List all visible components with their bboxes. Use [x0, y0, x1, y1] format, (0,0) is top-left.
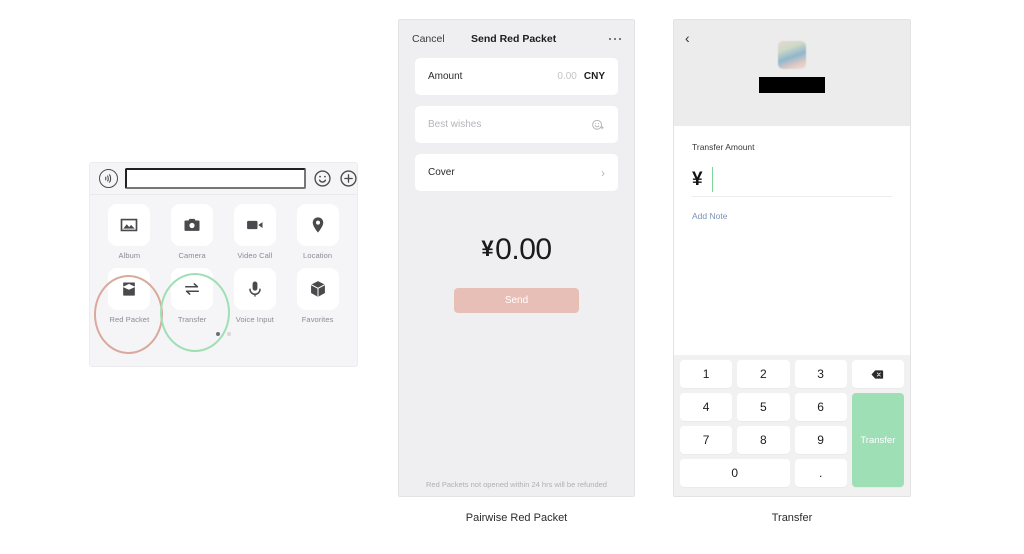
backspace-glyph: [871, 369, 884, 379]
red-packet-header: Cancel Send Red Packet: [399, 20, 634, 58]
video-camera-icon: [246, 220, 263, 230]
action-transfer[interactable]: Transfer: [161, 268, 224, 324]
action-grid-row-1: Album Camera Video Call Location: [98, 204, 349, 260]
transfer-amount-label: Transfer Amount: [692, 142, 755, 152]
currency-label: CNY: [583, 71, 605, 82]
voice-input-tile[interactable]: [233, 268, 276, 310]
page-title: Send Red Packet: [471, 33, 557, 45]
numeric-keypad: 1 2 3 4 5 6 Transfer 7 8 9 0 .: [674, 355, 910, 496]
key-4[interactable]: 4: [680, 393, 733, 421]
transfer-header: ‹: [674, 20, 910, 126]
key-6[interactable]: 6: [794, 393, 847, 421]
action-album[interactable]: Album: [98, 204, 161, 260]
action-voice-input[interactable]: Voice Input: [224, 268, 287, 324]
add-note-link[interactable]: Add Note: [692, 211, 892, 221]
chevron-right-icon[interactable]: ›: [601, 166, 605, 180]
cancel-button[interactable]: Cancel: [412, 33, 445, 45]
image-icon: [121, 218, 138, 232]
camera-icon: [184, 218, 200, 231]
key-7[interactable]: 7: [680, 426, 733, 454]
yen-symbol: ¥: [481, 236, 494, 261]
key-2[interactable]: 2: [737, 360, 790, 388]
video-call-tile[interactable]: [233, 204, 276, 246]
location-tile[interactable]: [296, 204, 339, 246]
action-label: Camera: [178, 251, 206, 260]
backspace-icon[interactable]: [851, 360, 904, 388]
page-dot[interactable]: [227, 332, 231, 336]
transfer-arrows-icon: [185, 283, 200, 295]
total-amount: ¥0.00: [399, 233, 634, 267]
chat-text-input[interactable]: [125, 168, 306, 189]
cube-icon: [310, 281, 325, 297]
smiley-icon[interactable]: [313, 169, 332, 188]
key-0[interactable]: 0: [680, 459, 790, 487]
send-button[interactable]: Send: [454, 288, 579, 313]
key-3[interactable]: 3: [794, 360, 847, 388]
chat-action-panel: Album Camera Video Call Location Red Pac…: [89, 162, 358, 367]
amount-row[interactable]: Amount 0.00 CNY: [415, 58, 618, 95]
action-label: Album: [118, 251, 141, 260]
wishes-row[interactable]: Best wishes: [415, 106, 618, 143]
action-label: Transfer: [177, 315, 207, 324]
refund-notice: Red Packets not opened within 24 hrs wil…: [426, 480, 607, 489]
yen-symbol: ¥: [692, 169, 703, 190]
action-red-packet[interactable]: Red Packet: [98, 268, 161, 324]
red-packet-icon: [123, 282, 136, 296]
red-packet-tile[interactable]: [108, 268, 151, 310]
amount-value[interactable]: 0.00: [557, 71, 576, 82]
transfer-screen: ‹ Transfer Amount ¥ Add Note 1 2 3 4 5 6…: [673, 19, 911, 497]
send-red-packet-screen: Cancel Send Red Packet Amount 0.00 CNY B…: [398, 19, 635, 497]
avatar: [778, 41, 806, 69]
camera-tile[interactable]: [171, 204, 214, 246]
smiley-plus-icon[interactable]: [591, 118, 605, 132]
key-1[interactable]: 1: [680, 360, 733, 388]
action-favorites[interactable]: Favorites: [286, 268, 349, 324]
favorites-tile[interactable]: [296, 268, 339, 310]
transfer-confirm-button[interactable]: Transfer: [851, 393, 904, 487]
contact-name-redacted: [759, 77, 825, 93]
action-label: Video Call: [237, 251, 273, 260]
action-grid: Album Camera Video Call Location Red Pac…: [90, 195, 357, 336]
key-decimal[interactable]: .: [794, 459, 847, 487]
action-grid-row-2: Red Packet Transfer Voice Input Favorite…: [98, 268, 349, 324]
action-location[interactable]: Location: [286, 204, 349, 260]
chevron-left-icon[interactable]: ‹: [685, 31, 690, 45]
transfer-tile[interactable]: [171, 268, 214, 310]
action-video-call[interactable]: Video Call: [224, 204, 287, 260]
page-dot-active[interactable]: [216, 332, 220, 336]
caption-transfer: Transfer: [771, 512, 813, 524]
key-5[interactable]: 5: [737, 393, 790, 421]
page-indicator: [98, 332, 349, 336]
caption-pairwise-red-packet: Pairwise Red Packet: [465, 512, 568, 524]
cover-row[interactable]: Cover ›: [415, 154, 618, 191]
screenshot-root: Album Camera Video Call Location Red Pac…: [0, 0, 1024, 554]
action-label: Favorites: [301, 315, 334, 324]
transfer-amount-input[interactable]: ¥: [692, 163, 892, 197]
chat-input-bar: [90, 163, 357, 195]
action-label: Location: [303, 251, 333, 260]
wishes-input[interactable]: Best wishes: [428, 119, 481, 130]
plus-circle-icon[interactable]: [339, 169, 358, 188]
microphone-icon: [249, 281, 261, 297]
key-9[interactable]: 9: [794, 426, 847, 454]
total-value: 0.00: [495, 233, 552, 266]
voice-wave-icon[interactable]: [99, 169, 118, 188]
key-8[interactable]: 8: [737, 426, 790, 454]
action-camera[interactable]: Camera: [161, 204, 224, 260]
amount-label: Amount: [428, 71, 463, 82]
album-tile[interactable]: [108, 204, 151, 246]
cover-label: Cover: [428, 167, 455, 178]
transfer-amount-section: Transfer Amount ¥ Add Note: [674, 126, 910, 355]
action-label: Red Packet: [109, 315, 150, 324]
ellipsis-icon[interactable]: [608, 37, 621, 41]
map-pin-icon: [312, 217, 323, 233]
action-label: Voice Input: [235, 315, 274, 324]
text-cursor: [711, 167, 714, 192]
